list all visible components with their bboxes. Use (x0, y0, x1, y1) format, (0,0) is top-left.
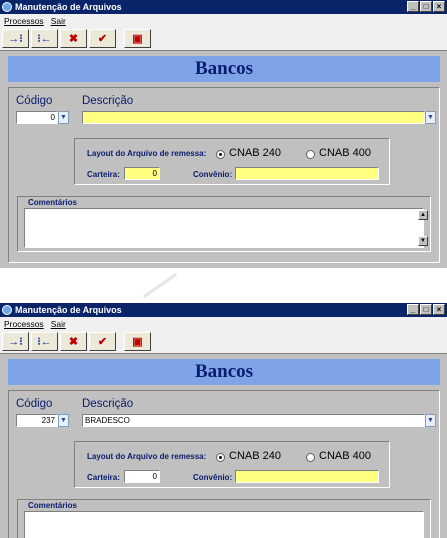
exit-button[interactable]: ▣ (124, 332, 151, 351)
menu-bar: Processos Sair (0, 317, 447, 330)
radio-cnab240[interactable] (216, 453, 225, 462)
radio-cnab400-label[interactable]: CNAB 400 (319, 147, 371, 159)
confirm-button[interactable]: ✔ (89, 332, 116, 351)
menu-processos[interactable]: Processos (4, 319, 44, 329)
scroll-up-icon[interactable]: ▲ (418, 210, 428, 220)
exit-icon: ▣ (132, 33, 143, 45)
close-button[interactable]: × (433, 304, 445, 315)
radio-cnab240-label[interactable]: CNAB 240 (229, 450, 281, 462)
delete-icon: ✖ (68, 336, 79, 348)
comentarios-textarea[interactable] (24, 511, 424, 538)
minimize-button[interactable]: _ (407, 1, 419, 12)
move-left-icon: ⁝← (37, 33, 52, 45)
chevron-down-icon[interactable]: ▼ (425, 414, 436, 427)
window-bradesco-record: Manutenção de Arquivos _ □ × Processos S… (0, 303, 447, 538)
codigo-field[interactable]: 237 (16, 414, 58, 427)
form-panel: Código Descrição 237 ▼ BRADESCO ▼ Layout… (8, 390, 440, 538)
carteira-field[interactable]: 0 (124, 470, 160, 483)
radio-cnab400[interactable] (306, 453, 315, 462)
layout-group: Layout do Arquivo de remessa: CNAB 240 C… (74, 441, 390, 488)
carteira-label: Carteira: (87, 473, 120, 482)
window-title: Manutenção de Arquivos (15, 305, 122, 315)
glare-streak (142, 272, 178, 299)
form-panel: Código Descrição 0 ▼ ▼ Layout do Arquivo… (8, 87, 440, 263)
banner-title: Bancos (8, 359, 440, 385)
menu-bar: Processos Sair (0, 14, 447, 27)
toolbar: →⁝ ⁝← ✖ ✔ ▣ (0, 27, 447, 51)
codigo-label: Código (16, 95, 53, 107)
exit-button[interactable]: ▣ (124, 29, 151, 48)
descricao-field[interactable] (82, 111, 425, 124)
title-bar[interactable]: Manutenção de Arquivos _ □ × (0, 303, 447, 317)
descricao-field[interactable]: BRADESCO (82, 414, 425, 427)
window-title: Manutenção de Arquivos (15, 2, 122, 12)
carteira-label: Carteira: (87, 170, 120, 179)
delete-button[interactable]: ✖ (60, 29, 87, 48)
descricao-label: Descrição (82, 398, 134, 410)
convenio-label: Convênio: (193, 473, 233, 482)
radio-cnab240-label[interactable]: CNAB 240 (229, 147, 281, 159)
layout-label: Layout do Arquivo de remessa: (87, 149, 207, 158)
layout-label: Layout do Arquivo de remessa: (87, 452, 207, 461)
screenshot-gap (0, 268, 447, 303)
app-icon (2, 305, 12, 315)
chevron-down-icon[interactable]: ▼ (425, 111, 436, 124)
confirm-icon: ✔ (97, 33, 108, 45)
comentarios-textarea[interactable] (24, 208, 424, 248)
title-bar[interactable]: Manutenção de Arquivos _ □ × (0, 0, 447, 14)
close-button[interactable]: × (433, 1, 445, 12)
comments-group: Comentários (17, 499, 431, 538)
carteira-field[interactable]: 0 (124, 167, 160, 180)
descricao-label: Descrição (82, 95, 134, 107)
app-icon (2, 2, 12, 12)
convenio-field[interactable] (235, 470, 379, 483)
window-empty-record: Manutenção de Arquivos _ □ × Processos S… (0, 0, 447, 268)
move-left-button[interactable]: ⁝← (31, 332, 58, 351)
radio-cnab400[interactable] (306, 150, 315, 159)
minimize-button[interactable]: _ (407, 304, 419, 315)
radio-cnab240[interactable] (216, 150, 225, 159)
exit-icon: ▣ (132, 336, 143, 348)
comentarios-label: Comentários (28, 198, 77, 207)
convenio-label: Convênio: (193, 170, 233, 179)
radio-cnab400-label[interactable]: CNAB 400 (319, 450, 371, 462)
move-right-icon: →⁝ (8, 336, 23, 348)
banner-title: Bancos (8, 56, 440, 82)
delete-icon: ✖ (68, 33, 79, 45)
move-left-button[interactable]: ⁝← (31, 29, 58, 48)
codigo-label: Código (16, 398, 53, 410)
delete-button[interactable]: ✖ (60, 332, 87, 351)
move-right-icon: →⁝ (8, 33, 23, 45)
menu-sair[interactable]: Sair (51, 16, 66, 26)
move-right-button[interactable]: →⁝ (2, 332, 29, 351)
menu-sair[interactable]: Sair (51, 319, 66, 329)
codigo-field[interactable]: 0 (16, 111, 58, 124)
maximize-button[interactable]: □ (420, 1, 432, 12)
scroll-down-icon[interactable]: ▼ (418, 236, 428, 246)
menu-processos[interactable]: Processos (4, 16, 44, 26)
confirm-button[interactable]: ✔ (89, 29, 116, 48)
maximize-button[interactable]: □ (420, 304, 432, 315)
layout-group: Layout do Arquivo de remessa: CNAB 240 C… (74, 138, 390, 185)
convenio-field[interactable] (235, 167, 379, 180)
move-right-button[interactable]: →⁝ (2, 29, 29, 48)
move-left-icon: ⁝← (37, 336, 52, 348)
chevron-down-icon[interactable]: ▼ (58, 111, 69, 124)
chevron-down-icon[interactable]: ▼ (58, 414, 69, 427)
toolbar: →⁝ ⁝← ✖ ✔ ▣ (0, 330, 447, 354)
comments-group: Comentários ▲ ▼ (17, 196, 431, 252)
confirm-icon: ✔ (97, 336, 108, 348)
comentarios-label: Comentários (28, 501, 77, 510)
